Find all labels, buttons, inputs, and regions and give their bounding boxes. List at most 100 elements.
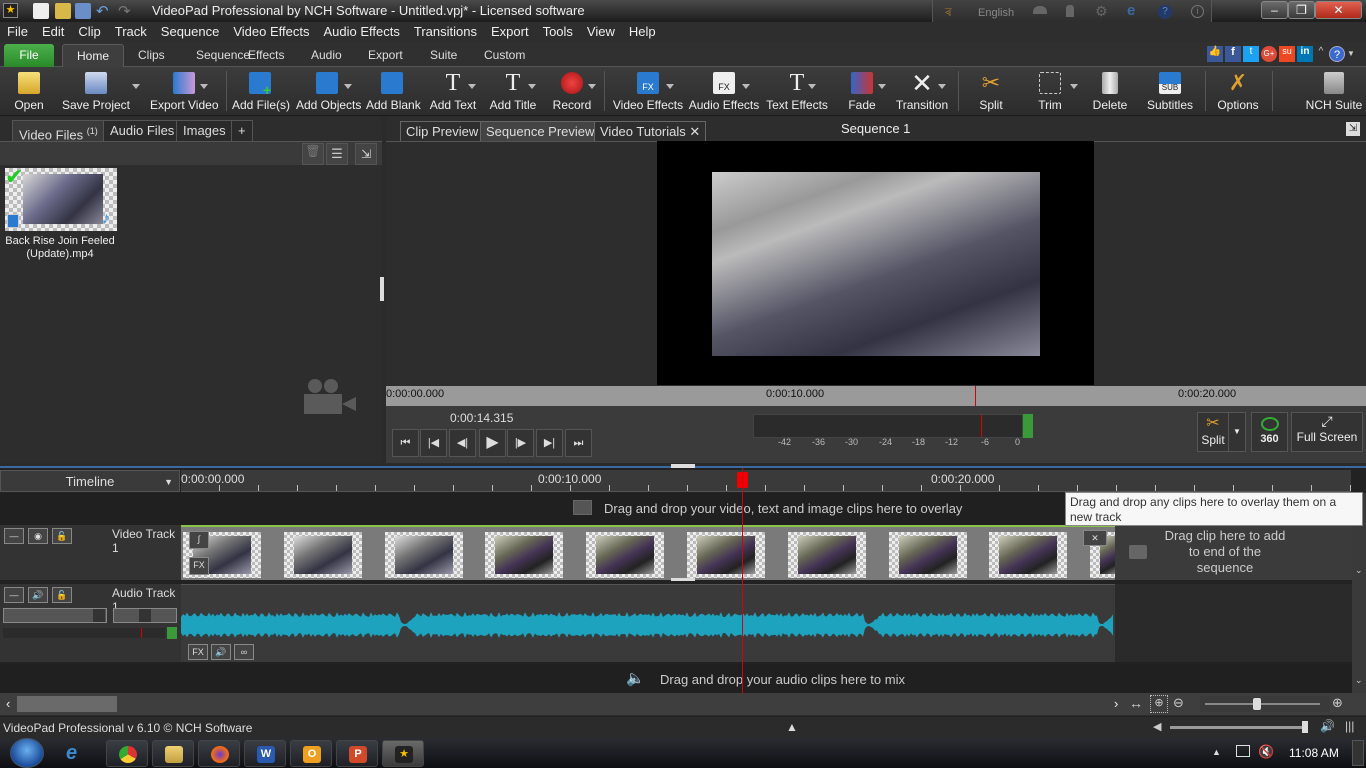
video-clip-thumbnail[interactable] [586,532,665,578]
tab-effects[interactable]: Effects [234,44,298,67]
trim-dropdown-icon[interactable] [1070,84,1078,89]
like-icon[interactable]: 👍 [1207,46,1223,62]
media-thumbnail[interactable]: ✔ ♪ [5,164,117,231]
clip-fx-icon[interactable]: FX [189,557,209,575]
transition-button[interactable]: ✕ Transition [894,67,950,116]
video-preview[interactable] [657,141,1094,385]
full-screen-button[interactable]: ⤢ Full Screen [1291,412,1363,452]
tab-file[interactable]: File [4,44,54,67]
preview-split-button[interactable]: ✂ Split [1197,412,1229,452]
preview-ruler[interactable]: 0:00:00.000 0:00:10.000 0:00:20.000 [386,386,1366,406]
menu-audio-effects[interactable]: Audio Effects [317,22,407,40]
audio-track-empty-area[interactable] [1115,584,1352,662]
add-bin-tab-button[interactable]: + [231,120,253,141]
menu-sequence[interactable]: Sequence [154,22,227,40]
cloud-icon[interactable] [1033,6,1047,14]
restore-button[interactable]: ❐ [1288,1,1315,19]
facebook-icon[interactable]: f [1225,46,1241,62]
unlink-icon[interactable]: ∞ [234,644,254,660]
go-to-start-button[interactable]: ⏮ [392,429,419,457]
stumbleupon-icon[interactable]: su [1279,46,1295,62]
fit-timeline-icon[interactable]: ↔ [1129,695,1143,711]
new-project-icon[interactable] [33,3,49,19]
video-effects-button[interactable]: FX Video Effects [612,67,684,116]
lock-track-icon[interactable]: 🔓 [52,587,72,603]
language-select[interactable]: English [978,7,1014,19]
tab-custom[interactable]: Custom [470,44,539,67]
nch-suite-button[interactable]: NCH Suite [1304,67,1364,116]
next-clip-button[interactable]: ▶| [536,429,563,457]
fade-button[interactable]: Fade [838,67,886,116]
step-back-button[interactable]: ◀| [449,429,476,457]
close-button[interactable]: ✕ [1315,1,1362,19]
collapse-track-button[interactable]: — [4,587,24,603]
zoom-slider-thumb[interactable] [1253,698,1261,710]
taskbar-outlook[interactable]: O [290,740,332,767]
scroll-right-icon[interactable]: › [1114,696,1118,711]
video-clip-thumbnail[interactable] [687,532,765,578]
add-objects-button[interactable]: Add Objects [296,67,361,116]
video-clip-thumbnail[interactable] [283,532,362,578]
scroll-thumb[interactable] [17,696,117,712]
fade-dropdown-icon[interactable] [878,84,886,89]
network-icon[interactable] [1236,745,1250,757]
tab-export[interactable]: Export [354,44,417,67]
audio-track[interactable]: FX 🔊 ∞ [181,584,1115,662]
start-button[interactable] [10,738,44,768]
track-pan-slider[interactable] [113,608,177,623]
menu-edit[interactable]: Edit [35,22,71,40]
add-files-button[interactable]: + Add File(s) [232,67,290,116]
gear-icon[interactable]: ⚙ [1095,3,1108,20]
help-dropdown-icon[interactable]: ▼ [1347,46,1355,62]
menu-video-effects[interactable]: Video Effects [226,22,316,40]
google-plus-icon[interactable]: G+ [1261,46,1277,62]
zoom-out-icon[interactable]: ⊖ [1173,695,1184,711]
video-clip-thumbnail[interactable] [485,532,564,578]
save-project-button[interactable]: Save Project [60,67,140,116]
clock[interactable]: 11:08 AM [1289,746,1339,760]
taskbar-firefox[interactable] [198,740,240,767]
master-volume-thumb[interactable] [1302,721,1308,733]
menu-help[interactable]: Help [622,22,663,40]
tab-home[interactable]: Home [62,44,125,67]
video-clip-thumbnail[interactable] [787,532,866,578]
panel-splitter[interactable] [380,277,384,301]
play-button[interactable]: ▶ [479,429,506,457]
master-volume-slider[interactable] [1170,721,1308,733]
speaker-icon[interactable]: 🔊 [28,587,48,603]
list-view-button[interactable]: ☰ [326,143,348,165]
save-dropdown-icon[interactable] [132,84,140,89]
video-clip-thumbnail[interactable] [384,532,463,578]
preview-playhead[interactable] [975,386,976,406]
zoom-slider[interactable] [1200,696,1330,712]
menu-file[interactable]: File [0,22,35,40]
tab-video-tutorials[interactable]: Video Tutorials ✕ [594,121,707,142]
add-title-button[interactable]: T Add Title [488,67,538,116]
audio-fx-button[interactable]: FX [188,644,208,660]
bin-delete-button[interactable]: 🗑 [302,143,324,165]
open-project-icon[interactable] [55,3,71,19]
split-dropdown-button[interactable]: ▼ [1228,412,1246,452]
export-video-button[interactable]: Export Video [150,67,219,116]
visibility-eye-icon[interactable]: ◉ [28,528,48,544]
add-blank-button[interactable]: Add Blank [366,67,421,116]
menu-clip[interactable]: Clip [71,22,107,40]
go-to-end-button[interactable]: ⏭ [565,429,592,457]
add-to-end-drop-zone[interactable]: Drag clip here to add to end of the sequ… [1115,525,1352,580]
tab-video-files[interactable]: Video Files (1) [12,120,105,142]
ie-icon[interactable]: e [1127,2,1135,19]
video-clip-thumbnail[interactable] [989,532,1068,578]
tab-audio-files[interactable]: Audio Files [103,120,182,141]
trim-button[interactable]: Trim [1028,67,1078,116]
redo-icon[interactable]: ↷ [118,2,131,20]
show-hidden-icons[interactable]: ▲ [1212,747,1221,757]
split-button[interactable]: ✂ Split [970,67,1012,116]
text-effects-button[interactable]: T Text Effects [764,67,830,116]
undock-button[interactable]: ⇲ [355,143,377,165]
tab-suite[interactable]: Suite [416,44,471,67]
scroll-down-icon[interactable]: ⌄ [1355,565,1363,576]
tab-clips[interactable]: Clips [124,44,179,67]
transition-dropdown-icon[interactable] [938,84,946,89]
options-button[interactable]: ✗ Options [1214,67,1262,116]
add-objects-dropdown-icon[interactable] [344,84,352,89]
